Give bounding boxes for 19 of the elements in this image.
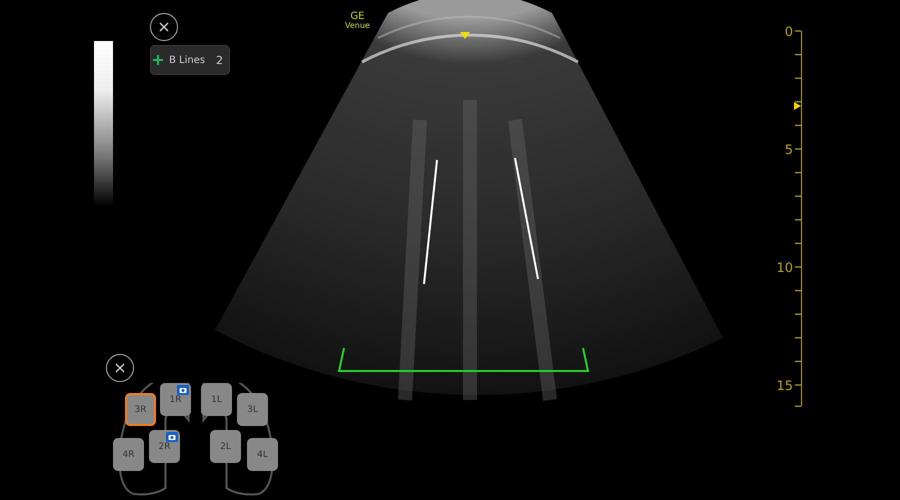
close-button[interactable] xyxy=(150,13,178,41)
depth-label: 10 xyxy=(776,261,793,276)
lung-zone-button[interactable]: 4R xyxy=(113,438,144,471)
depth-label: 5 xyxy=(784,143,793,158)
orientation-marker-icon xyxy=(460,32,470,40)
lung-zone-button[interactable]: 4L xyxy=(247,438,278,471)
lung-zone-button[interactable]: 1L xyxy=(201,383,232,416)
plus-icon xyxy=(153,55,163,65)
depth-label: 0 xyxy=(784,25,793,40)
depth-label: 15 xyxy=(776,379,793,394)
close-icon xyxy=(159,22,169,32)
logo-text: GE Venue xyxy=(345,12,370,30)
lung-zone-button[interactable]: 3R xyxy=(125,393,156,426)
close-button[interactable] xyxy=(106,354,134,382)
b-lines-count: 2 xyxy=(216,54,223,66)
lung-zone-button[interactable]: 3L xyxy=(237,393,268,426)
lung-zone-button[interactable]: 2L xyxy=(210,430,241,463)
b-lines-label: B Lines xyxy=(169,54,206,66)
close-icon xyxy=(115,363,125,373)
